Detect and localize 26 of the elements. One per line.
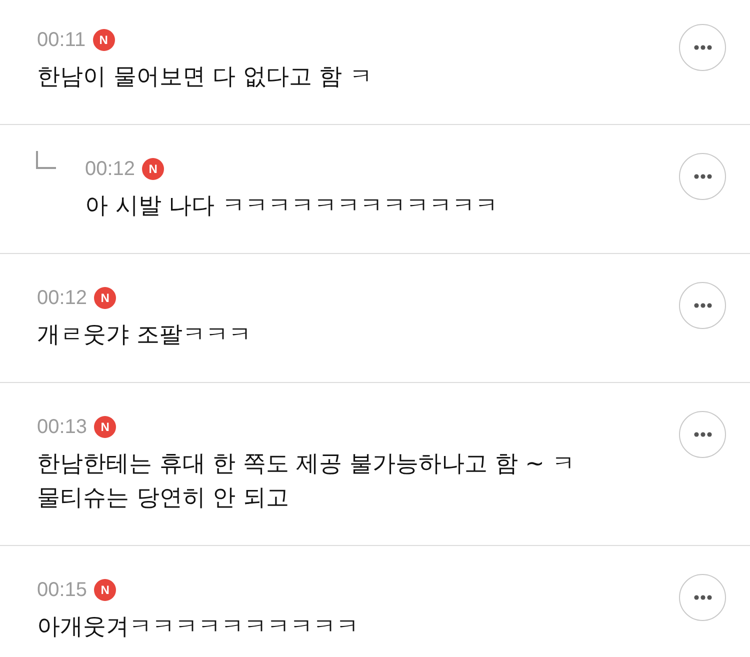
more-button[interactable] [679,574,726,621]
more-button[interactable] [679,24,726,71]
comment-text: 한남이 물어보면 다 없다고 함 ㅋ [37,63,374,92]
more-button[interactable] [679,282,726,329]
comment-text: 개ㄹ웃갸 조팔ㅋㅋㅋ [37,321,252,350]
more-icon [694,303,712,308]
comment-text: 아개웃겨ㅋㅋㅋㅋㅋㅋㅋㅋㅋㅋ [37,613,360,642]
comment-time: 00:15 [37,578,88,602]
new-badge: N [92,29,115,51]
more-icon [694,174,712,179]
more-button[interactable] [679,153,726,200]
comment-time: 00:12 [37,286,88,310]
new-badge: N [94,579,116,601]
comment-text: 한남한테는 휴대 한 쪽도 제공 불가능하나고 함 ~ ㅋ 물티슈는 당연히 안 되고 [37,450,576,513]
comment-text: 아 시발 나다 ㅋㅋㅋㅋㅋㅋㅋㅋㅋㅋㅋㅋ [85,192,499,221]
corner-line-icon [36,151,56,169]
more-icon [694,432,712,437]
new-badge: N [142,158,164,180]
new-badge: N [94,287,116,309]
comment-time: 00:12 [85,157,136,181]
more-button[interactable] [679,411,726,458]
comment-time: 00:11 [37,28,86,52]
new-badge: N [94,416,116,438]
more-icon [694,595,712,600]
more-icon [694,45,712,50]
comment-time: 00:13 [37,415,88,439]
